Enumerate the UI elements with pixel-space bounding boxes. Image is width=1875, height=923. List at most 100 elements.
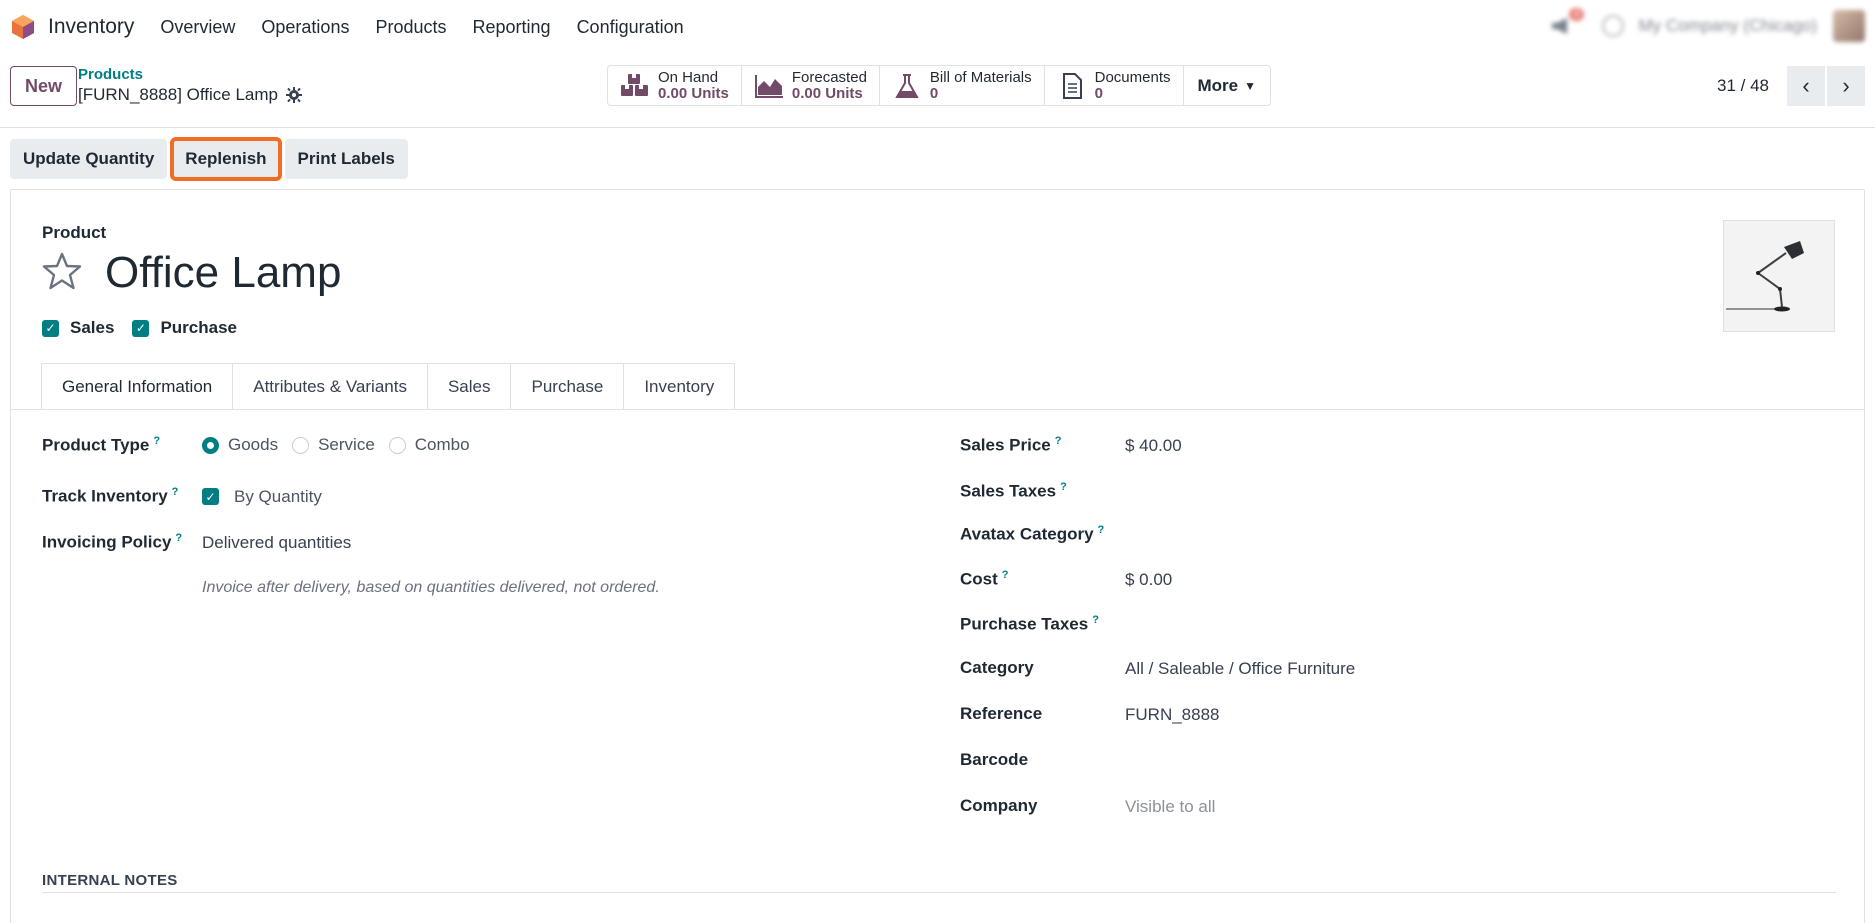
boxes-icon bbox=[621, 73, 648, 96]
top-navbar: Inventory Overview Operations Products R… bbox=[0, 0, 1875, 54]
app-brand[interactable]: Inventory bbox=[10, 14, 134, 40]
menu-configuration[interactable]: Configuration bbox=[577, 17, 684, 38]
menu-operations[interactable]: Operations bbox=[261, 17, 349, 38]
on-hand-label: On Hand bbox=[658, 68, 719, 86]
forecasted-button[interactable]: Forecasted 0.00 Units bbox=[742, 66, 880, 105]
menu-overview[interactable]: Overview bbox=[160, 17, 235, 38]
purchase-checkbox[interactable]: ✓ bbox=[132, 319, 150, 337]
help-icon[interactable]: ? bbox=[1098, 524, 1105, 536]
product-checkboxes: ✓ Sales ✓ Purchase bbox=[42, 318, 255, 338]
documents-label: Documents bbox=[1094, 68, 1171, 86]
category-field[interactable]: All / Saleable / Office Furniture bbox=[1125, 659, 1355, 679]
goods-radio[interactable] bbox=[202, 436, 219, 454]
avatax-category-label: Avatax Category? bbox=[960, 524, 1105, 544]
documents-button[interactable]: Documents 0 bbox=[1045, 66, 1184, 105]
document-icon bbox=[1062, 72, 1082, 99]
smart-buttons: On Hand 0.00 Units Forecasted 0.00 Units… bbox=[607, 65, 1272, 106]
product-name-field[interactable]: Office Lamp bbox=[105, 248, 341, 298]
product-form-sheet: Product Office Lamp ✓ Sales ✓ Purchase G… bbox=[10, 189, 1865, 923]
menu-reporting[interactable]: Reporting bbox=[473, 17, 551, 38]
help-icon[interactable]: ? bbox=[1060, 481, 1067, 493]
company-switcher[interactable]: My Company (Chicago) bbox=[1638, 16, 1817, 36]
sales-price-field[interactable]: $ 40.00 bbox=[1125, 436, 1182, 456]
company-label: Company bbox=[960, 796, 1038, 815]
cost-field[interactable]: $ 0.00 bbox=[1125, 570, 1172, 590]
help-icon[interactable]: ? bbox=[172, 486, 179, 498]
desk-lamp-image bbox=[1724, 221, 1834, 331]
sales-checkbox-label: Sales bbox=[70, 318, 115, 337]
reference-field[interactable]: FURN_8888 bbox=[1125, 705, 1220, 725]
on-hand-value: 0.00 Units bbox=[658, 84, 729, 102]
track-inventory-checkbox[interactable]: ✓ bbox=[202, 488, 219, 505]
purchase-checkbox-label: Purchase bbox=[160, 318, 237, 337]
tab-inventory[interactable]: Inventory bbox=[624, 363, 736, 410]
product-type-label: Product Type? bbox=[42, 435, 161, 455]
tab-attributes-variants[interactable]: Attributes & Variants bbox=[233, 363, 428, 410]
invoicing-policy-note: Invoice after delivery, based on quantit… bbox=[202, 579, 660, 596]
sales-checkbox[interactable]: ✓ bbox=[42, 319, 59, 337]
pager-value[interactable]: 31 / 48 bbox=[1717, 76, 1769, 96]
tab-general-information[interactable]: General Information bbox=[41, 363, 234, 410]
invoicing-policy-label: Invoicing Policy? bbox=[42, 532, 183, 552]
systray: 4 My Company (Chicago) bbox=[1550, 8, 1865, 42]
user-avatar[interactable] bbox=[1833, 10, 1865, 42]
service-radio-label: Service bbox=[318, 435, 375, 454]
invoicing-policy-field[interactable]: Delivered quantities bbox=[202, 533, 351, 553]
tab-sales[interactable]: Sales bbox=[427, 363, 512, 410]
tabs-divider bbox=[11, 409, 1864, 410]
breadcrumb-current: [FURN_8888] Office Lamp bbox=[78, 85, 302, 105]
favorite-star-icon[interactable] bbox=[42, 251, 82, 291]
help-icon[interactable]: ? bbox=[1092, 614, 1099, 626]
notification-badge: 4 bbox=[1568, 8, 1585, 21]
pager: 31 / 48 ‹ › bbox=[1717, 66, 1865, 106]
previous-record-button[interactable]: ‹ bbox=[1787, 66, 1825, 106]
menu-products[interactable]: Products bbox=[375, 17, 446, 38]
help-icon[interactable]: ? bbox=[1002, 569, 1009, 581]
chevron-left-icon: ‹ bbox=[1802, 73, 1810, 98]
update-quantity-button[interactable]: Update Quantity bbox=[10, 139, 168, 179]
help-icon[interactable]: ? bbox=[175, 532, 182, 544]
gear-icon[interactable] bbox=[286, 87, 302, 103]
breadcrumb-products-link[interactable]: Products bbox=[78, 66, 302, 83]
more-label: More bbox=[1197, 75, 1239, 95]
more-button[interactable]: More ▼ bbox=[1184, 66, 1271, 105]
category-label: Category bbox=[960, 658, 1034, 677]
help-icon[interactable]: ? bbox=[153, 435, 160, 447]
sales-price-label: Sales Price? bbox=[960, 435, 1062, 455]
forecasted-value: 0.00 Units bbox=[791, 84, 863, 102]
form-tabs: General Information Attributes & Variant… bbox=[41, 363, 736, 410]
cost-label: Cost? bbox=[960, 569, 1009, 589]
sales-taxes-label: Sales Taxes? bbox=[960, 481, 1067, 501]
forecasted-label: Forecasted bbox=[791, 68, 867, 86]
product-image[interactable] bbox=[1723, 220, 1835, 332]
bom-value: 0 bbox=[929, 84, 939, 102]
internal-notes-title: INTERNAL NOTES bbox=[42, 872, 178, 889]
help-icon[interactable]: ? bbox=[1055, 435, 1062, 447]
inventory-app-icon bbox=[12, 15, 34, 39]
barcode-label: Barcode bbox=[960, 750, 1029, 769]
purchase-taxes-label: Purchase Taxes? bbox=[960, 614, 1099, 634]
on-hand-button[interactable]: On Hand 0.00 Units bbox=[608, 66, 742, 105]
caret-down-icon: ▼ bbox=[1244, 78, 1257, 93]
tab-purchase[interactable]: Purchase bbox=[511, 363, 625, 410]
breadcrumb-current-label: [FURN_8888] Office Lamp bbox=[78, 85, 278, 104]
bom-label: Bill of Materials bbox=[929, 68, 1032, 86]
combo-radio[interactable] bbox=[388, 436, 406, 454]
track-inventory-label: Track Inventory? bbox=[42, 486, 179, 506]
next-record-button[interactable]: › bbox=[1827, 66, 1865, 106]
bill-of-materials-button[interactable]: Bill of Materials 0 bbox=[880, 66, 1045, 105]
new-button[interactable]: New bbox=[10, 66, 78, 106]
activity-clock-icon[interactable] bbox=[1602, 15, 1625, 37]
replenish-button[interactable]: Replenish bbox=[170, 137, 282, 181]
service-radio[interactable] bbox=[292, 436, 310, 454]
main-menu: Overview Operations Products Reporting C… bbox=[160, 17, 709, 38]
print-labels-button[interactable]: Print Labels bbox=[284, 139, 408, 179]
control-panel: New Products [FURN_8888] Office Lamp On … bbox=[0, 54, 1875, 128]
product-type-radios: Goods Service Combo bbox=[202, 435, 484, 455]
area-chart-icon bbox=[754, 74, 783, 98]
reference-label: Reference bbox=[960, 704, 1043, 723]
chevron-right-icon: › bbox=[1842, 73, 1850, 98]
company-field[interactable]: Visible to all bbox=[1125, 797, 1215, 817]
track-inventory-value[interactable]: By Quantity bbox=[234, 487, 322, 507]
notification-button[interactable]: 4 bbox=[1550, 8, 1585, 36]
